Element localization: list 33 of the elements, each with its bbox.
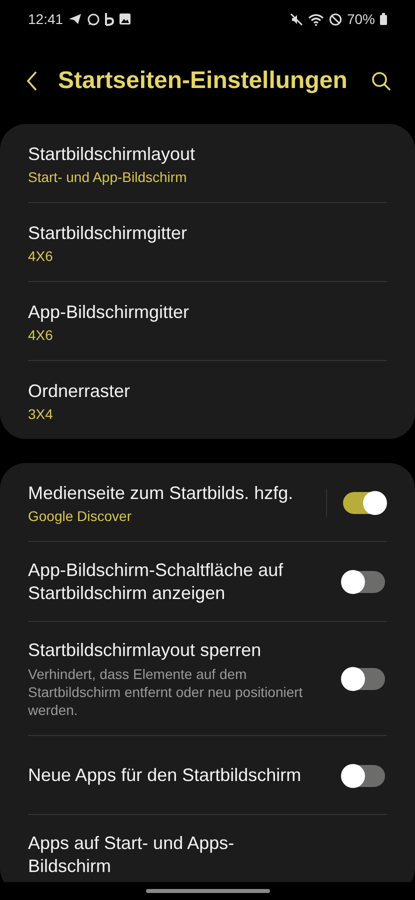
send-icon bbox=[68, 13, 82, 25]
search-icon bbox=[371, 71, 391, 91]
setting-title[interactable]: App-Bildschirm-Schaltfläche auf Startbildschirm anzeigen bbox=[28, 559, 313, 605]
do-not-disturb-icon bbox=[328, 12, 342, 26]
setting-title[interactable]: Apps auf Start- und Apps-Bildschirm bbox=[28, 832, 313, 878]
setting-title[interactable]: Medienseite zum Startbilds. hzfg. bbox=[28, 482, 313, 504]
battery-icon bbox=[380, 13, 387, 25]
setting-title[interactable]: App-Bildschirmgitter bbox=[28, 300, 313, 324]
setting-title[interactable]: Startbildschirmgitter bbox=[28, 222, 313, 244]
chat-icon bbox=[87, 12, 100, 26]
b-logo-icon bbox=[105, 12, 114, 26]
setting-description: Verhindert, dass Elemente auf dem Startbildschirm entfernt oder neu positioniert werden. bbox=[28, 665, 304, 719]
setting-value: 4X6 bbox=[28, 326, 54, 342]
mute-icon bbox=[290, 12, 303, 26]
toggle-switch[interactable] bbox=[343, 571, 385, 593]
setting-value: Google Discover bbox=[28, 508, 132, 524]
setting-value: 4X6 bbox=[28, 248, 54, 264]
setting-value: 3X4 bbox=[28, 406, 54, 422]
back-icon bbox=[26, 71, 38, 91]
battery-level: 70% bbox=[346, 11, 375, 27]
wifi-icon bbox=[308, 12, 324, 26]
toggle-switch[interactable] bbox=[343, 764, 385, 786]
toggle-switch[interactable] bbox=[343, 668, 385, 690]
toggle-switch[interactable] bbox=[343, 492, 385, 514]
page-title: Startseiten-Einstellungen bbox=[58, 67, 348, 95]
setting-title[interactable]: Ordnerraster bbox=[28, 380, 313, 402]
status-time: 12:41 bbox=[28, 11, 64, 27]
home-handle[interactable] bbox=[146, 889, 270, 893]
setting-title[interactable]: Startbildschirmlayout bbox=[28, 142, 313, 166]
setting-value: Start- und App-Bildschirm bbox=[28, 168, 188, 184]
setting-title[interactable]: Startbildschirmlayout sperren bbox=[28, 639, 313, 662]
image-icon bbox=[119, 13, 132, 25]
setting-title[interactable]: Neue Apps für den Startbildschirm bbox=[28, 764, 313, 787]
